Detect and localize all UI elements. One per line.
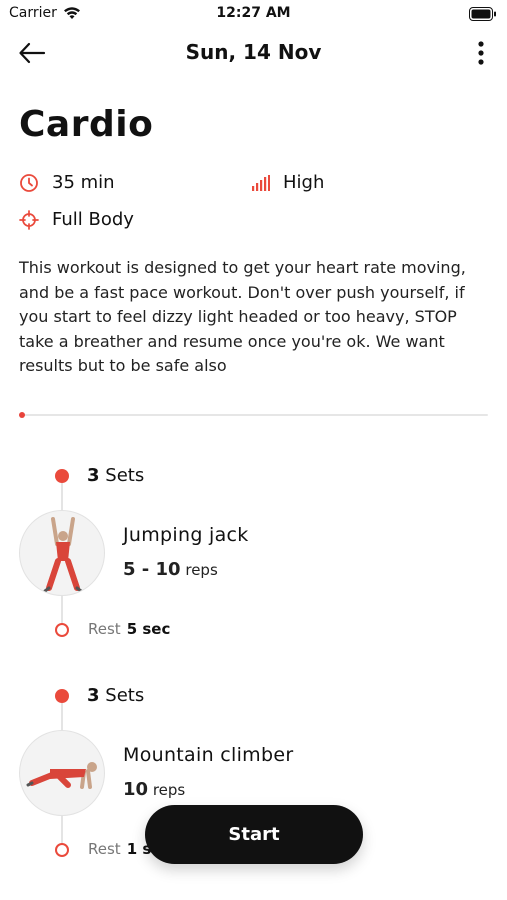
exercise-image-mountain-climber <box>19 730 105 816</box>
workout-progress-bar <box>19 409 488 421</box>
page-title: Sun, 14 Nov <box>185 40 322 64</box>
workout-focus: Full Body <box>19 209 134 230</box>
exercise-image-jumping-jack <box>19 510 105 596</box>
workout-duration: 35 min <box>19 172 115 193</box>
sets-marker <box>55 469 69 483</box>
workout-intensity: High <box>252 172 324 193</box>
rest-marker <box>55 843 69 857</box>
target-icon <box>19 209 39 230</box>
more-options-button[interactable] <box>469 36 493 70</box>
progress-indicator <box>19 412 25 418</box>
sets-marker <box>55 689 69 703</box>
exercise-reps: 5 - 10 reps <box>123 559 218 580</box>
workout-description: This workout is designed to get your hea… <box>19 258 466 375</box>
mountain-climber-figure-icon <box>26 762 97 789</box>
more-vertical-icon <box>478 41 484 65</box>
nav-bar: Sun, 14 Nov <box>0 30 507 78</box>
status-bar: Carrier 12:27 AM <box>0 0 507 30</box>
exercise-reps: 10 reps <box>123 779 186 800</box>
start-button[interactable]: Start <box>145 805 363 864</box>
exercise-name: Jumping jack <box>123 524 249 546</box>
clock-icon <box>20 173 38 192</box>
rest-marker <box>55 623 69 637</box>
sets-count: 3 Sets <box>87 465 145 486</box>
progress-track <box>19 414 488 416</box>
exercise-name: Mountain climber <box>123 744 294 766</box>
signal-bars-icon <box>252 174 270 191</box>
rest-duration: Rest 5 sec <box>88 620 171 638</box>
jumping-jack-figure-icon <box>43 517 83 593</box>
status-time: 12:27 AM <box>216 5 291 21</box>
battery-icon <box>469 7 496 21</box>
workout-title: Cardio <box>19 104 154 145</box>
sets-count: 3 Sets <box>87 685 145 706</box>
